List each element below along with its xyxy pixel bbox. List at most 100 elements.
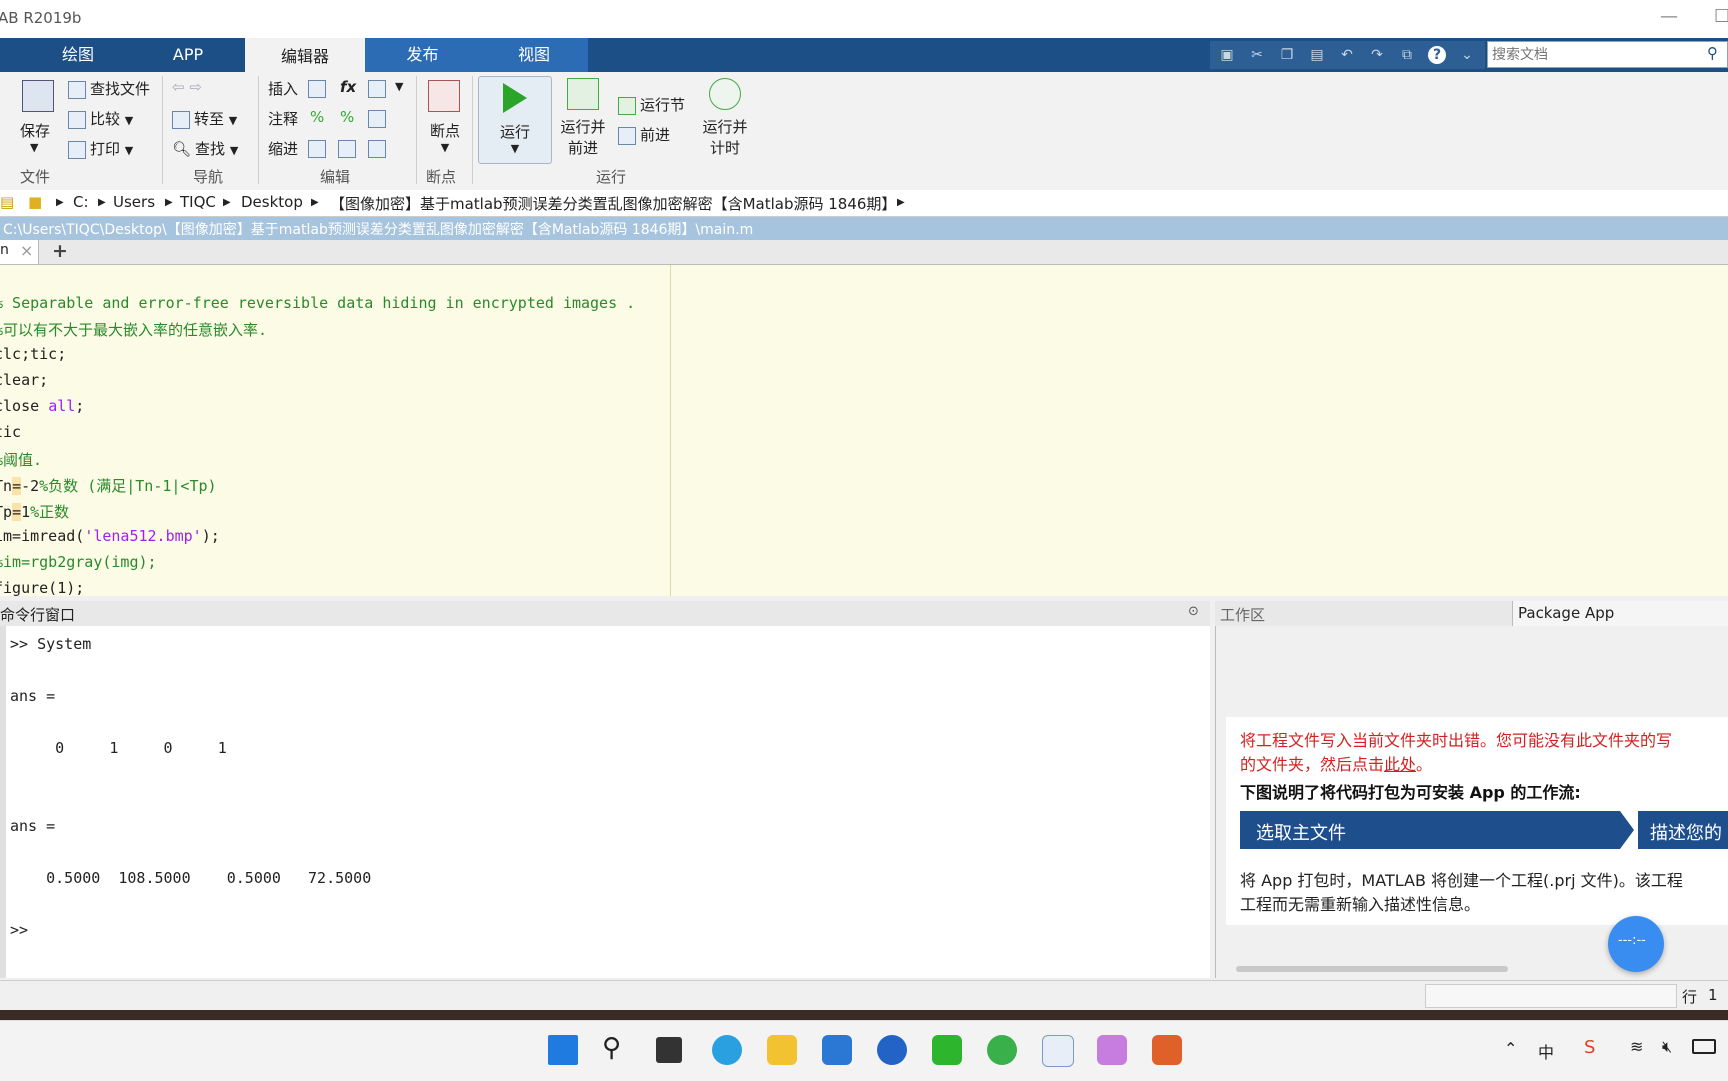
minimize-icon[interactable]: — xyxy=(1660,6,1678,27)
chevron-up-icon[interactable]: ⌃ xyxy=(1504,1039,1517,1058)
comment-button[interactable]: 注释 xyxy=(268,108,298,129)
run-section-button[interactable]: 运行节 xyxy=(618,94,685,115)
decrease-indent-icon[interactable] xyxy=(368,140,386,158)
back-forward-icons[interactable]: ⇦ ⇨ xyxy=(172,78,202,96)
command-window[interactable]: >> System ans = 0 1 0 1 ans = 0.5000 108… xyxy=(6,626,1210,978)
run-section-label: 运行节 xyxy=(640,96,686,114)
copy-icon[interactable]: ❐ xyxy=(1278,46,1296,64)
paste-icon[interactable]: ▤ xyxy=(1308,46,1326,64)
smart-indent-icon[interactable] xyxy=(308,140,326,158)
mail-icon[interactable] xyxy=(822,1035,852,1065)
breadcrumb-tiqc[interactable]: TIQC xyxy=(180,193,216,211)
editor-tab-main[interactable]: n × xyxy=(0,240,39,264)
find-button[interactable]: 🔍︎ 查找 ▼ xyxy=(172,138,238,159)
uncomment-icon[interactable]: % xyxy=(340,108,354,126)
run-time-label-1: 运行并 xyxy=(702,118,748,136)
run-and-advance-button[interactable]: 运行并 前进 xyxy=(558,78,608,158)
command-window-header: 命令行窗口 ⊙ xyxy=(0,601,1210,627)
cw-line: >> System xyxy=(10,635,92,653)
error-message-line-2: 的文件夹，然后点击此处。 xyxy=(1240,751,1432,775)
wrap-comment-icon[interactable] xyxy=(368,110,386,128)
panel-menu-icon[interactable]: ⊙ xyxy=(1188,604,1199,619)
workflow-step-describe[interactable]: 描述您的 xyxy=(1638,811,1728,849)
search-input[interactable] xyxy=(1488,42,1704,67)
find-files-label: 查找文件 xyxy=(90,80,151,98)
package-app-title: Package App xyxy=(1518,604,1615,622)
run-and-time-button[interactable]: 运行并 计时 xyxy=(700,78,750,158)
search-icon[interactable]: ⚲ xyxy=(602,1033,621,1063)
breakpoints-button[interactable]: 断点 ▼ xyxy=(428,80,462,154)
address-bar[interactable]: ▤ ■ ▶ C: ▶ Users ▶ TIQC ▶ Desktop ▶ 【图像加… xyxy=(0,190,1728,217)
cut-icon[interactable]: ✂ xyxy=(1248,46,1266,64)
app-icon[interactable] xyxy=(877,1035,907,1065)
code-editor[interactable]: % Separable and error-free reversible da… xyxy=(0,265,1728,596)
print-button[interactable]: 打印 ▼ xyxy=(68,138,133,159)
undo-icon[interactable]: ↶ xyxy=(1338,46,1356,64)
sogou-icon[interactable]: S xyxy=(1584,1037,1595,1058)
chevron-down-icon[interactable]: ▼ xyxy=(395,80,403,93)
search-icon[interactable]: ⚲ xyxy=(1707,44,1718,62)
breadcrumb-drive[interactable]: C: xyxy=(73,193,89,211)
insert-button[interactable]: 插入 xyxy=(268,78,298,99)
advance-button[interactable]: 前进 xyxy=(618,124,670,145)
maximize-icon[interactable]: ☐ xyxy=(1714,6,1728,27)
browser-icon[interactable] xyxy=(987,1035,1017,1065)
switch-windows-icon[interactable]: ⧉ xyxy=(1398,46,1416,64)
snipping-tool-icon[interactable] xyxy=(1042,1035,1074,1067)
file-explorer-icon[interactable] xyxy=(767,1035,797,1065)
divider xyxy=(416,76,417,184)
tab-view[interactable]: 视图 xyxy=(480,38,588,72)
wifi-icon[interactable]: ≋ xyxy=(1630,1037,1643,1056)
battery-icon[interactable] xyxy=(1692,1039,1716,1054)
save-button[interactable]: 保存 ▼ xyxy=(20,80,54,154)
command-prompt[interactable]: >> xyxy=(10,921,28,939)
floating-assistant-button[interactable]: ---:-- xyxy=(1608,916,1664,972)
chevron-right-icon: ▶ xyxy=(165,197,173,208)
tab-publish[interactable]: 发布 xyxy=(365,38,480,72)
step-arrow xyxy=(1620,811,1634,849)
percent-icon[interactable]: % xyxy=(310,108,324,126)
find-files-icon xyxy=(68,80,86,99)
run-button[interactable]: 运行 ▼ xyxy=(478,76,552,164)
goto-button[interactable]: 转至 ▼ xyxy=(172,108,237,129)
help-icon[interactable]: ? xyxy=(1428,46,1446,64)
tab-editor[interactable]: 编辑器 xyxy=(245,38,365,74)
input-method-icon[interactable]: 中 xyxy=(1538,1039,1554,1063)
find-files-button[interactable]: 查找文件 xyxy=(68,78,150,99)
increase-indent-icon[interactable] xyxy=(338,140,356,158)
compare-label: 比较 xyxy=(90,110,121,128)
insert-section-icon[interactable] xyxy=(308,80,326,98)
save-icon[interactable]: ▣ xyxy=(1218,46,1236,64)
close-icon[interactable]: × xyxy=(20,241,33,260)
workflow-description-2: 工程而无需重新输入描述性信息。 xyxy=(1240,895,1481,914)
breadcrumb-project-folder[interactable]: 【图像加密】基于matlab预测误差分类置乱图像加密解密【含Matlab源码 1… xyxy=(330,193,896,214)
tab-apps[interactable]: APP xyxy=(138,38,238,72)
click-here-link[interactable]: 此处 xyxy=(1384,755,1416,774)
insert-function-icon[interactable] xyxy=(368,80,386,98)
tab-plots[interactable]: 绘图 xyxy=(18,38,138,72)
wechat-icon[interactable] xyxy=(932,1035,962,1065)
package-app-tab[interactable]: Package App xyxy=(1512,601,1728,626)
edge-icon[interactable] xyxy=(712,1035,742,1065)
redo-icon[interactable]: ↷ xyxy=(1368,46,1386,64)
chevron-down-icon: ▼ xyxy=(510,142,520,155)
photos-icon[interactable] xyxy=(1097,1035,1127,1065)
file-path: C:\Users\TIQC\Desktop\【图像加密】基于matlab预测误差… xyxy=(3,222,754,238)
matlab-icon[interactable] xyxy=(1152,1035,1182,1065)
horizontal-scrollbar[interactable] xyxy=(1236,966,1508,972)
volume-muted-icon[interactable]: 🔇︎ xyxy=(1662,1037,1672,1057)
folder-up-icon[interactable]: ▤ xyxy=(0,193,14,211)
chevron-right-icon: ▶ xyxy=(897,197,905,208)
add-tab-icon[interactable]: + xyxy=(52,240,68,262)
row-label: 行 xyxy=(1682,988,1698,1006)
start-icon[interactable] xyxy=(548,1035,578,1065)
dropdown-icon[interactable]: ⌄ xyxy=(1458,46,1476,64)
breadcrumb-users[interactable]: Users xyxy=(113,193,155,211)
fx-icon[interactable]: fx xyxy=(340,78,356,96)
workflow-step-select-main-file[interactable]: 选取主文件 xyxy=(1240,811,1620,849)
indent-button[interactable]: 缩进 xyxy=(268,138,298,159)
compare-button[interactable]: 比较 ▼ xyxy=(68,108,133,129)
breadcrumb-desktop[interactable]: Desktop xyxy=(241,193,303,211)
task-view-icon[interactable] xyxy=(656,1037,682,1063)
workspace-title[interactable]: 工作区 xyxy=(1220,604,1265,625)
